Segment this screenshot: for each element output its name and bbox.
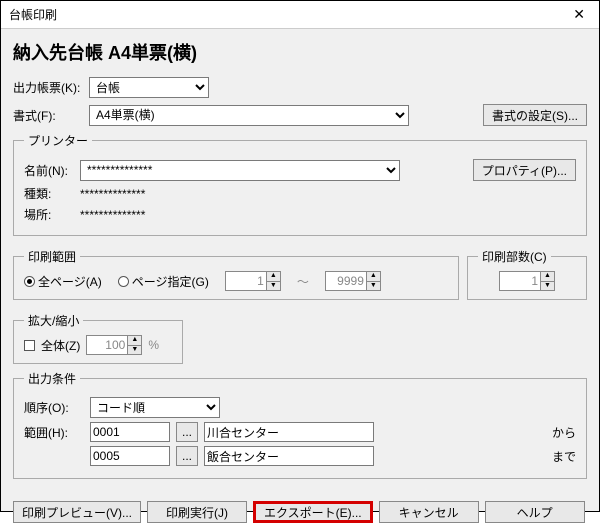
window-title: 台帳印刷 bbox=[9, 6, 57, 23]
chevron-down-icon[interactable]: ▼ bbox=[266, 281, 280, 290]
chevron-up-icon[interactable]: ▲ bbox=[366, 272, 380, 281]
scale-whole-label: 全体(Z) bbox=[41, 337, 80, 354]
chevron-up-icon[interactable]: ▲ bbox=[127, 336, 141, 345]
range-from-suffix: から bbox=[546, 424, 576, 441]
format-select[interactable]: A4単票(横) bbox=[89, 105, 409, 126]
range-to-suffix: まで bbox=[546, 448, 576, 465]
scale-whole-checkbox[interactable] bbox=[24, 340, 35, 351]
format-settings-button[interactable]: 書式の設定(S)... bbox=[483, 104, 587, 126]
format-label: 書式(F): bbox=[13, 107, 83, 124]
chevron-down-icon[interactable]: ▼ bbox=[366, 281, 380, 290]
printer-kind-value: ************** bbox=[80, 187, 145, 201]
page-from-stepper[interactable]: ▲▼ bbox=[225, 271, 281, 291]
scale-stepper[interactable]: ▲▼ bbox=[86, 335, 142, 355]
close-icon[interactable]: ✕ bbox=[567, 6, 591, 23]
content-area: 納入先台帳 A4単票(横) 出力帳票(K): 台帳 書式(F): A4単票(横)… bbox=[1, 29, 599, 495]
radio-all-pages[interactable]: 全ページ(A) bbox=[24, 273, 102, 290]
print-range-group: 印刷範囲 全ページ(A) ページ指定(G) ▲▼ ～ bbox=[13, 248, 459, 300]
range-from-browse-button[interactable]: ... bbox=[176, 422, 198, 442]
page-title: 納入先台帳 A4単票(横) bbox=[13, 39, 587, 65]
chevron-up-icon[interactable]: ▲ bbox=[540, 272, 554, 281]
printer-property-button[interactable]: プロパティ(P)... bbox=[473, 159, 576, 181]
radio-icon bbox=[24, 276, 35, 287]
titlebar: 台帳印刷 ✕ bbox=[1, 1, 599, 29]
conditions-legend: 出力条件 bbox=[24, 370, 80, 387]
printer-name-select[interactable]: ************** bbox=[80, 160, 400, 181]
print-execute-button[interactable]: 印刷実行(J) bbox=[147, 501, 247, 523]
scale-group: 拡大/縮小 全体(Z) ▲▼ % bbox=[13, 312, 183, 364]
conditions-group: 出力条件 順序(O): コード順 範囲(H): ... から ... bbox=[13, 370, 587, 479]
printer-group: プリンター 名前(N): ************** プロパティ(P)... … bbox=[13, 132, 587, 236]
range-to-name-input[interactable] bbox=[204, 446, 374, 466]
button-bar: 印刷プレビュー(V)... 印刷実行(J) エクスポート(E)... キャンセル… bbox=[1, 495, 599, 529]
copies-stepper[interactable]: ▲▼ bbox=[499, 271, 555, 291]
printer-place-value: ************** bbox=[80, 208, 145, 222]
cancel-button[interactable]: キャンセル bbox=[379, 501, 479, 523]
chevron-down-icon[interactable]: ▼ bbox=[127, 345, 141, 354]
range-from-name-input[interactable] bbox=[204, 422, 374, 442]
order-select[interactable]: コード順 bbox=[90, 397, 220, 418]
order-label: 順序(O): bbox=[24, 399, 84, 416]
radio-specify-pages[interactable]: ページ指定(G) bbox=[118, 273, 209, 290]
print-range-legend: 印刷範囲 bbox=[24, 248, 80, 265]
printer-kind-label: 種類: bbox=[24, 185, 74, 202]
printer-name-label: 名前(N): bbox=[24, 162, 74, 179]
page-to-stepper[interactable]: ▲▼ bbox=[325, 271, 381, 291]
chevron-down-icon[interactable]: ▼ bbox=[540, 281, 554, 290]
scale-legend: 拡大/縮小 bbox=[24, 312, 83, 329]
range-to-code-input[interactable] bbox=[90, 446, 170, 466]
dialog-window: 台帳印刷 ✕ 納入先台帳 A4単票(横) 出力帳票(K): 台帳 書式(F): … bbox=[0, 0, 600, 512]
printer-legend: プリンター bbox=[24, 132, 92, 149]
output-form-label: 出力帳票(K): bbox=[13, 79, 83, 96]
output-form-select[interactable]: 台帳 bbox=[89, 77, 209, 98]
chevron-up-icon[interactable]: ▲ bbox=[266, 272, 280, 281]
export-button[interactable]: エクスポート(E)... bbox=[253, 501, 373, 523]
range-to-browse-button[interactable]: ... bbox=[176, 446, 198, 466]
range-from-code-input[interactable] bbox=[90, 422, 170, 442]
radio-icon bbox=[118, 276, 129, 287]
printer-place-label: 場所: bbox=[24, 206, 74, 223]
range-separator: ～ bbox=[297, 273, 309, 290]
copies-legend: 印刷部数(C) bbox=[478, 248, 551, 265]
copies-group: 印刷部数(C) ▲▼ bbox=[467, 248, 587, 300]
scale-unit: % bbox=[148, 338, 159, 352]
print-preview-button[interactable]: 印刷プレビュー(V)... bbox=[13, 501, 141, 523]
range-label: 範囲(H): bbox=[24, 424, 84, 441]
help-button[interactable]: ヘルプ bbox=[485, 501, 585, 523]
